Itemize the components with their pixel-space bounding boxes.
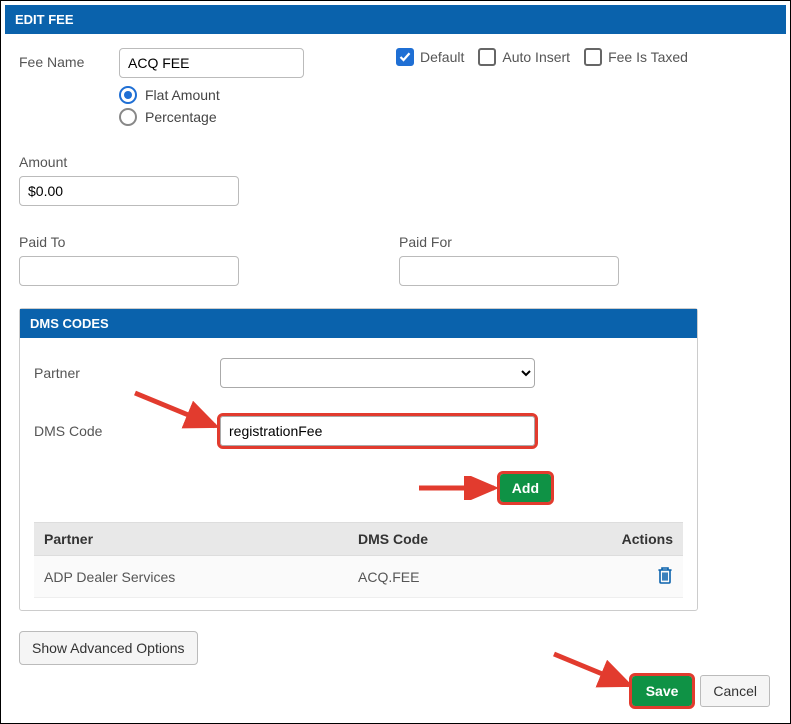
cancel-button[interactable]: Cancel xyxy=(700,675,770,707)
dms-codes-title: DMS CODES xyxy=(20,309,697,338)
dms-codes-panel: DMS CODES Partner DMS Code xyxy=(19,308,698,611)
dialog-footer: Save Cancel xyxy=(632,675,770,707)
annotation-arrow-icon xyxy=(414,476,504,500)
cell-code: ACQ.FEE xyxy=(348,556,535,598)
checkbox-icon xyxy=(478,48,496,66)
percentage-radio[interactable]: Percentage xyxy=(119,108,772,126)
fee-options: Default Auto Insert Fee Is Taxed xyxy=(396,48,688,66)
cell-partner: ADP Dealer Services xyxy=(34,556,348,598)
radio-selected-icon xyxy=(119,86,137,104)
dialog-body: Fee Name Default Auto Insert xyxy=(5,34,786,679)
save-button[interactable]: Save xyxy=(632,676,693,706)
radio-icon xyxy=(119,108,137,126)
col-dms-code: DMS Code xyxy=(348,523,535,556)
fee-name-row: Fee Name Default Auto Insert xyxy=(19,48,772,78)
fee-taxed-label: Fee Is Taxed xyxy=(608,49,688,65)
paid-to-label: Paid To xyxy=(19,234,239,250)
amount-input[interactable] xyxy=(19,176,239,206)
partner-select[interactable] xyxy=(220,358,535,388)
add-button[interactable]: Add xyxy=(500,474,551,502)
partner-label: Partner xyxy=(34,365,220,381)
checkbox-icon xyxy=(584,48,602,66)
flat-amount-radio[interactable]: Flat Amount xyxy=(119,86,772,104)
paid-to-input[interactable] xyxy=(19,256,239,286)
fee-type-radios: Flat Amount Percentage xyxy=(119,86,772,126)
fee-name-label: Fee Name xyxy=(19,48,119,70)
show-advanced-options-button[interactable]: Show Advanced Options xyxy=(19,631,198,665)
percentage-label: Percentage xyxy=(145,109,217,125)
auto-insert-label: Auto Insert xyxy=(502,49,570,65)
col-partner: Partner xyxy=(34,523,348,556)
paid-for-label: Paid For xyxy=(399,234,619,250)
paid-for-input[interactable] xyxy=(399,256,619,286)
dms-code-input[interactable] xyxy=(220,416,535,446)
table-row: ADP Dealer Services ACQ.FEE xyxy=(34,556,683,598)
default-checkbox[interactable]: Default xyxy=(396,48,464,66)
fee-name-input[interactable] xyxy=(119,48,304,78)
dms-codes-table: Partner DMS Code Actions ADP Dealer Serv… xyxy=(34,522,683,598)
auto-insert-checkbox[interactable]: Auto Insert xyxy=(478,48,570,66)
checkbox-checked-icon xyxy=(396,48,414,66)
default-label: Default xyxy=(420,49,464,65)
flat-amount-label: Flat Amount xyxy=(145,87,220,103)
dms-code-label: DMS Code xyxy=(34,423,220,439)
edit-fee-dialog: EDIT FEE Fee Name Default Auto Insert xyxy=(0,0,791,724)
trash-icon[interactable] xyxy=(657,571,673,587)
amount-label: Amount xyxy=(19,154,772,170)
col-actions: Actions xyxy=(535,523,683,556)
dialog-title: EDIT FEE xyxy=(5,5,786,34)
fee-taxed-checkbox[interactable]: Fee Is Taxed xyxy=(584,48,688,66)
